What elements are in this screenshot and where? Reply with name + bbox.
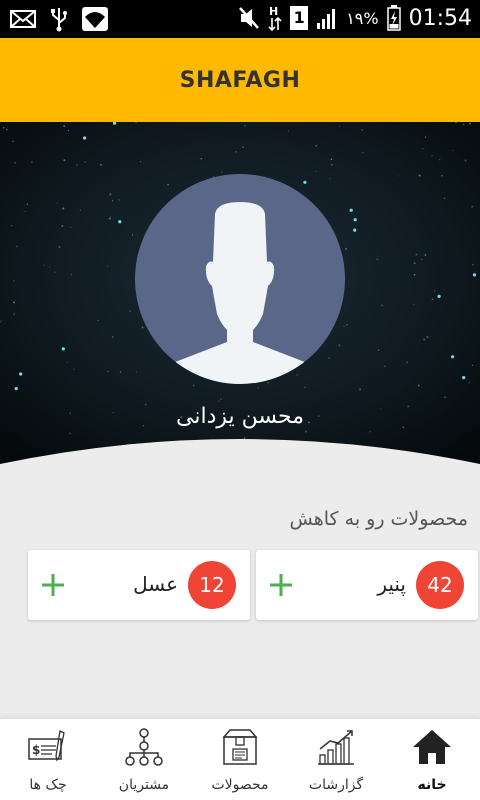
count-badge: 12 xyxy=(188,561,236,609)
product-name: عسل xyxy=(133,572,178,596)
svg-text:$: $ xyxy=(32,743,40,757)
chart-icon xyxy=(318,730,354,765)
data-arrows-icon: H xyxy=(268,5,282,32)
nav-label: مشتریان xyxy=(118,777,170,793)
plus-icon[interactable] xyxy=(268,572,294,598)
nav-label: چک ها xyxy=(29,777,67,793)
profile-header: محسن یزدانی xyxy=(0,122,480,492)
nav-item-checks[interactable]: $ چک ها xyxy=(0,719,96,800)
home-icon xyxy=(413,730,451,764)
nav-item-home[interactable]: خانه xyxy=(384,719,480,800)
product-card[interactable]: 12 عسل xyxy=(28,550,250,620)
product-name: پنیر xyxy=(377,572,406,596)
signal-icon xyxy=(317,9,336,29)
box-icon xyxy=(222,729,258,765)
mail-icon xyxy=(10,10,36,28)
app-title: SHAFAGH xyxy=(179,67,301,93)
product-card[interactable]: 42 پنیر xyxy=(256,550,478,620)
status-bar: H 1 ۱۹% 01:54 xyxy=(0,0,480,38)
section-title: محصولات رو به کاهش xyxy=(289,508,468,530)
user-silhouette-icon xyxy=(145,202,335,384)
count-badge: 42 xyxy=(416,561,464,609)
check-icon: $ xyxy=(28,730,65,762)
mute-icon xyxy=(239,7,260,29)
org-tree-icon xyxy=(125,728,163,766)
svg-text:H: H xyxy=(269,5,278,18)
wifi-icon xyxy=(82,7,108,31)
nav-item-reports[interactable]: گزارشات xyxy=(288,719,384,800)
usb-icon xyxy=(51,8,67,32)
nav-label: گزارشات xyxy=(308,777,364,793)
avatar[interactable] xyxy=(135,174,345,384)
sim-icon: 1 xyxy=(290,6,309,30)
user-name: محسن یزدانی xyxy=(176,404,304,429)
app-bar: SHAFAGH xyxy=(0,38,480,122)
nav-item-products[interactable]: محصولات xyxy=(192,719,288,800)
nav-label: محصولات xyxy=(211,777,269,793)
plus-icon[interactable] xyxy=(40,572,66,598)
bottom-navigation: خانه گزارشات محصولات مشتریان $ چک ها xyxy=(0,718,480,800)
nav-item-customers[interactable]: مشتریان xyxy=(96,719,192,800)
nav-label: خانه xyxy=(417,777,447,793)
battery-percent: ۱۹% xyxy=(346,8,379,28)
battery-icon xyxy=(386,5,401,31)
clock: 01:54 xyxy=(408,5,472,31)
